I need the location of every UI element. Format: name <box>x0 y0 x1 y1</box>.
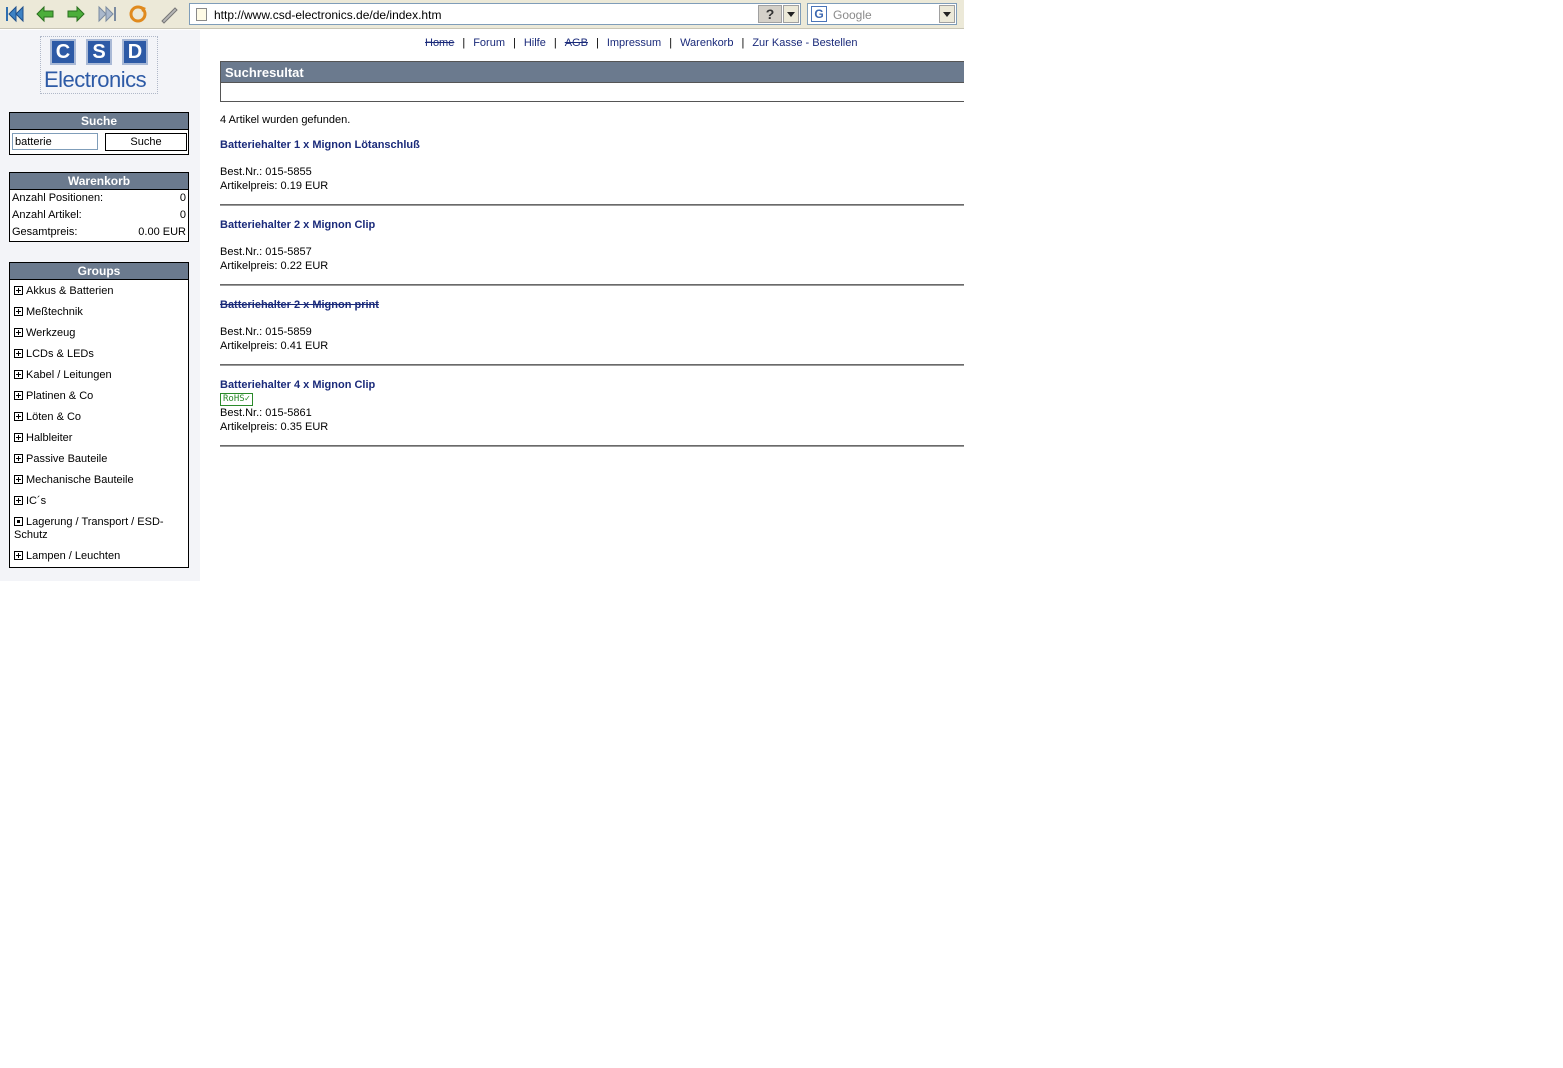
group-item[interactable]: Mechanische Bauteile <box>10 474 188 487</box>
nav-agb-link[interactable]: AGB <box>565 37 588 49</box>
article-title-link[interactable]: Batteriehalter 2 x Mignon Clip <box>220 219 375 231</box>
nav-home-link[interactable]: Home <box>425 37 454 49</box>
expand-plus-icon[interactable] <box>14 475 23 484</box>
group-item[interactable]: Lagerung / Transport / ESD-Schutz <box>10 516 188 542</box>
rohs-badge: RoHS✓ <box>220 393 254 406</box>
article-title-link[interactable]: Batteriehalter 1 x Mignon Lötanschluß <box>220 139 420 151</box>
article-number: Best.Nr.: 015-5857 <box>220 246 312 258</box>
article-price: Artikelpreis: 0.22 EUR <box>220 260 329 272</box>
expand-plus-icon[interactable] <box>14 551 23 560</box>
group-item[interactable]: Meßtechnik <box>10 306 188 319</box>
nav-hilfe-link[interactable]: Hilfe <box>524 37 546 49</box>
expand-plus-icon[interactable] <box>14 286 23 295</box>
results-count: 4 Artikel wurden gefunden. <box>220 114 351 126</box>
back-to-start-icon[interactable] <box>3 3 27 25</box>
nav-kasse-link[interactable]: Zur Kasse - Bestellen <box>752 37 857 49</box>
cart-row-value: 0 <box>179 192 186 204</box>
groups-box: Groups Akkus & Batterien Meßtechnik Werk… <box>9 262 189 568</box>
url-dropdown-icon[interactable] <box>783 5 799 23</box>
nav-impressum-link[interactable]: Impressum <box>607 37 661 49</box>
article-price: Artikelpreis: 0.41 EUR <box>220 340 329 352</box>
expand-plus-icon[interactable] <box>14 433 23 442</box>
article-divider <box>220 284 964 286</box>
expand-plus-icon[interactable] <box>14 454 23 463</box>
article-item: Batteriehalter 1 x Mignon Lötanschluß Be… <box>220 139 964 206</box>
article-item: Batteriehalter 2 x Mignon Clip Best.Nr.:… <box>220 219 964 286</box>
group-item[interactable]: Kabel / Leitungen <box>10 369 188 382</box>
forward-to-end-icon[interactable] <box>95 3 119 25</box>
help-button[interactable]: ? <box>758 5 782 23</box>
cart-box: Warenkorb Anzahl Positionen: 0 Anzahl Ar… <box>9 172 189 242</box>
group-item[interactable]: IC´s <box>10 495 188 508</box>
search-engine-box[interactable]: G Google <box>807 3 957 25</box>
cart-row-label: Anzahl Artikel: <box>12 209 82 221</box>
logo-letter: S <box>86 39 112 65</box>
results-subheader <box>220 83 964 102</box>
cart-row-label: Gesamtpreis: <box>12 226 78 238</box>
nav-warenkorb-link[interactable]: Warenkorb <box>680 37 733 49</box>
expand-plus-icon[interactable] <box>14 370 23 379</box>
search-box-title: Suche <box>10 113 188 130</box>
expand-dot-icon[interactable] <box>14 517 23 526</box>
search-button[interactable]: Suche <box>105 133 187 151</box>
logo-word: Electronics <box>44 67 147 92</box>
article-number: Best.Nr.: 015-5859 <box>220 326 312 338</box>
page-icon <box>196 8 207 21</box>
expand-plus-icon[interactable] <box>14 328 23 337</box>
cart-row-total: Gesamtpreis: 0.00 EUR <box>10 224 188 241</box>
url-text[interactable]: http://www.csd-electronics.de/de/index.h… <box>214 8 441 22</box>
expand-plus-icon[interactable] <box>14 496 23 505</box>
article-divider <box>220 445 964 447</box>
search-engine-placeholder[interactable]: Google <box>833 8 872 22</box>
cart-row-label: Anzahl Positionen: <box>12 192 104 204</box>
article-title-link[interactable]: Batteriehalter 2 x Mignon print <box>220 299 379 311</box>
article-price: Artikelpreis: 0.19 EUR <box>220 180 329 192</box>
group-item[interactable]: Lampen / Leuchten <box>10 550 188 563</box>
group-item[interactable]: Löten & Co <box>10 411 188 424</box>
search-box: Suche Suche <box>9 112 189 155</box>
edit-icon[interactable] <box>157 3 181 25</box>
cart-row-value: 0.00 EUR <box>138 226 186 238</box>
search-input[interactable] <box>12 133 98 150</box>
group-item[interactable]: Werkzeug <box>10 327 188 340</box>
results-title: Suchresultat <box>220 61 964 83</box>
nav-forum-link[interactable]: Forum <box>473 37 505 49</box>
address-bar[interactable]: http://www.csd-electronics.de/de/index.h… <box>189 3 801 25</box>
article-divider <box>220 204 964 206</box>
expand-plus-icon[interactable] <box>14 412 23 421</box>
forward-icon[interactable] <box>64 3 88 25</box>
group-item[interactable]: Halbleiter <box>10 432 188 445</box>
cart-row-positions: Anzahl Positionen: 0 <box>10 190 188 207</box>
search-results: Suchresultat 4 Artikel wurden gefunden. … <box>220 61 964 447</box>
group-item[interactable]: Akkus & Batterien <box>10 285 188 298</box>
group-item[interactable]: Passive Bauteile <box>10 453 188 466</box>
reload-icon[interactable] <box>126 3 150 25</box>
expand-plus-icon[interactable] <box>14 307 23 316</box>
article-title-link[interactable]: Batteriehalter 4 x Mignon Clip <box>220 379 375 391</box>
logo-letter: C <box>50 39 76 65</box>
expand-plus-icon[interactable] <box>14 349 23 358</box>
group-item[interactable]: LCDs & LEDs <box>10 348 188 361</box>
groups-box-title: Groups <box>10 263 188 280</box>
cart-row-value: 0 <box>179 209 186 221</box>
article-item: Batteriehalter 4 x Mignon Clip RoHS✓ Bes… <box>220 379 964 447</box>
expand-plus-icon[interactable] <box>14 391 23 400</box>
search-engine-dropdown-icon[interactable] <box>939 5 955 23</box>
left-sidebar: C S D Electronics Suche Suche Warenkorb … <box>0 30 200 581</box>
article-item: Batteriehalter 2 x Mignon print Best.Nr.… <box>220 299 964 366</box>
article-price: Artikelpreis: 0.35 EUR <box>220 421 329 433</box>
article-number: Best.Nr.: 015-5861 <box>220 407 312 419</box>
article-divider <box>220 364 964 366</box>
cart-row-articles: Anzahl Artikel: 0 <box>10 207 188 224</box>
cart-box-title: Warenkorb <box>10 173 188 190</box>
browser-toolbar: http://www.csd-electronics.de/de/index.h… <box>0 0 964 29</box>
article-number: Best.Nr.: 015-5855 <box>220 166 312 178</box>
google-icon: G <box>811 6 827 22</box>
back-icon[interactable] <box>33 3 57 25</box>
logo-letter: D <box>122 39 148 65</box>
csd-logo[interactable]: C S D Electronics <box>40 36 158 94</box>
top-navigation: Home | Forum | Hilfe | AGB | Impressum | Warenkorb… <box>425 37 858 49</box>
group-item[interactable]: Platinen & Co <box>10 390 188 403</box>
